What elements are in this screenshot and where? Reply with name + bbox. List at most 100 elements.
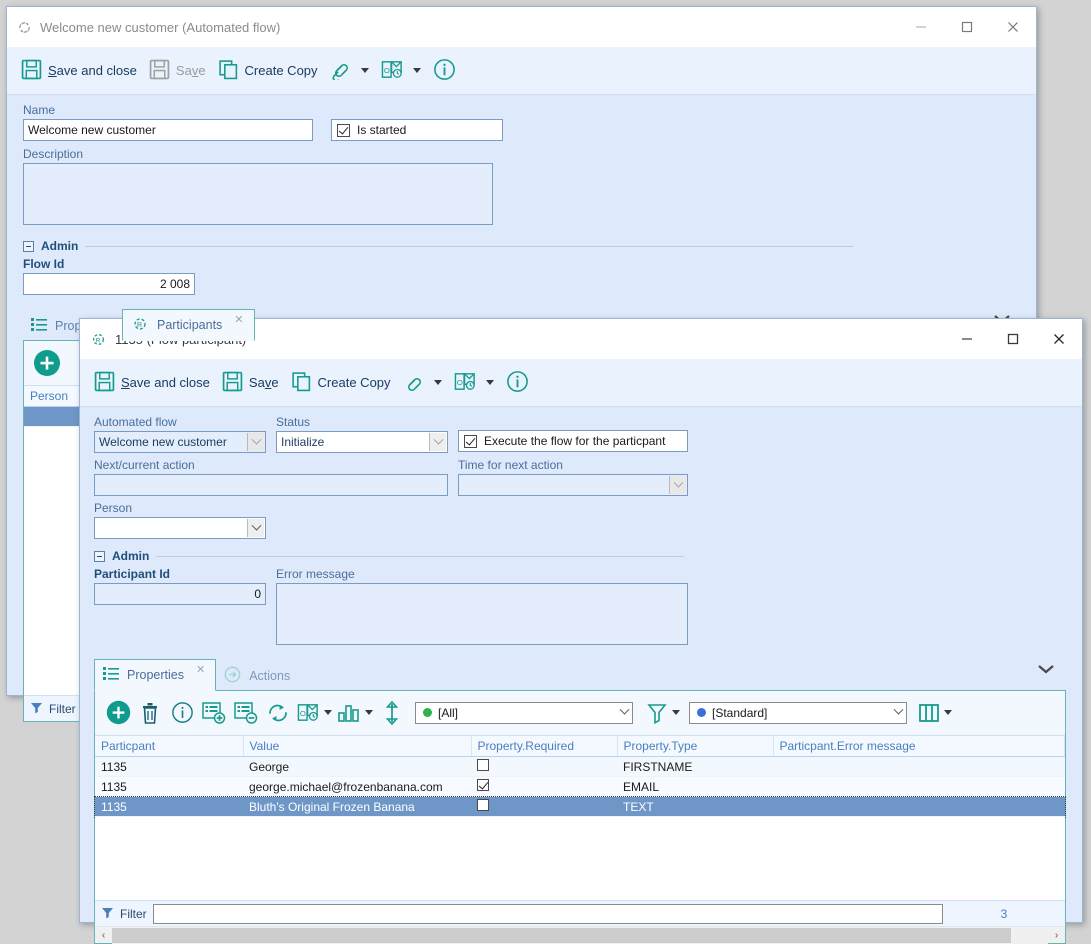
description-textarea[interactable]	[23, 163, 493, 225]
close-button[interactable]	[990, 7, 1036, 47]
column-header-value[interactable]: Value	[243, 736, 471, 757]
column-header-property-required[interactable]: Property.Required	[471, 736, 617, 757]
add-participant-button[interactable]	[32, 346, 62, 380]
table-row[interactable]: 1135 George FIRSTNAME	[95, 757, 1065, 777]
save-icon	[149, 59, 170, 83]
chevron-down-icon[interactable]	[247, 519, 264, 537]
name-input[interactable]: Welcome new customer	[23, 119, 313, 141]
chevron-down-icon[interactable]	[429, 433, 446, 451]
layout-select[interactable]: [Standard]	[689, 702, 907, 724]
horizontal-scrollbar[interactable]: ‹ ›	[95, 926, 1065, 943]
minimize-button[interactable]	[944, 319, 990, 359]
next-action-input[interactable]	[94, 474, 448, 496]
chevron-down-icon[interactable]	[672, 710, 680, 715]
add-row-button[interactable]	[103, 696, 133, 730]
save-button[interactable]: Save	[143, 52, 212, 90]
participant-id-input[interactable]: 0	[94, 583, 266, 605]
close-button[interactable]	[1036, 319, 1082, 359]
refresh-button[interactable]	[263, 696, 293, 730]
participant-icon: R	[131, 316, 149, 335]
chevron-down-icon[interactable]	[621, 703, 628, 723]
outlook-button[interactable]: O	[295, 696, 333, 730]
chevron-down-icon[interactable]	[247, 433, 264, 451]
error-message-textarea[interactable]	[276, 583, 688, 645]
add-detail-button[interactable]	[199, 696, 229, 730]
collapse-expander-icon[interactable]	[94, 551, 105, 562]
close-icon[interactable]: ✕	[196, 663, 205, 676]
time-next-action-select[interactable]	[458, 474, 688, 496]
tab-properties[interactable]: Properties ✕	[94, 659, 216, 691]
column-header-particpant[interactable]: Particpant	[95, 736, 243, 757]
chevron-down-icon[interactable]	[669, 476, 686, 494]
properties-table: Particpant Value Property.Required Prope…	[95, 736, 1065, 817]
maximize-button[interactable]	[944, 7, 990, 47]
chevron-down-icon[interactable]	[895, 703, 902, 723]
link-button[interactable]	[324, 52, 375, 90]
collapse-expander-icon[interactable]	[23, 241, 34, 252]
chevron-down-icon[interactable]	[944, 710, 952, 715]
save-and-close-button[interactable]: Save and close	[15, 52, 143, 90]
remove-detail-button[interactable]	[231, 696, 261, 730]
funnel-icon	[30, 701, 43, 717]
column-header-particpant-error-message[interactable]: Particpant.Error message	[773, 736, 1065, 757]
properties-row-count: 3	[949, 907, 1059, 921]
save-and-close-button[interactable]: Save and close	[88, 364, 216, 402]
is-started-checkbox[interactable]: Is started	[331, 119, 503, 141]
execute-flow-checkbox[interactable]: Execute the flow for the particpant	[458, 430, 688, 452]
filter-label: Filter	[120, 907, 147, 921]
status-select[interactable]: Initialize	[276, 431, 448, 453]
layout-select-value: [Standard]	[712, 706, 767, 720]
chevron-down-icon[interactable]	[434, 380, 442, 385]
info-button[interactable]	[167, 696, 197, 730]
column-header-property-type[interactable]: Property.Type	[617, 736, 773, 757]
svg-text:O: O	[299, 709, 305, 718]
dialog-toolbar: Save and close Save Create Copy	[80, 359, 1082, 407]
columns-button[interactable]	[915, 696, 955, 730]
dialog-admin-section-header: Admin	[94, 549, 684, 563]
chevron-down-icon[interactable]	[365, 710, 373, 715]
checkbox-icon[interactable]	[477, 779, 489, 791]
checkbox-icon[interactable]	[477, 759, 489, 771]
list-icon	[31, 317, 47, 335]
table-row[interactable]: 1135 george.michael@frozenbanana.com EMA…	[95, 777, 1065, 797]
outlook-button[interactable]: O	[375, 52, 427, 90]
automated-flow-select[interactable]: Welcome new customer	[94, 431, 266, 453]
view-select-value: [All]	[438, 706, 458, 720]
tab-label: Participants	[157, 318, 222, 332]
sort-button[interactable]	[377, 696, 407, 730]
properties-grid-panel: O [All]	[94, 690, 1066, 944]
link-button[interactable]	[397, 364, 448, 402]
close-icon[interactable]: ✕	[234, 313, 243, 326]
maximize-button[interactable]	[990, 319, 1036, 359]
chart-button[interactable]	[335, 696, 375, 730]
properties-filter-input[interactable]	[153, 904, 943, 924]
sidebar-item-participants[interactable]: R Participants ✕	[122, 309, 255, 341]
chevron-down-icon[interactable]	[361, 68, 369, 73]
save-button[interactable]: Save	[216, 364, 285, 402]
minimize-button[interactable]	[898, 7, 944, 47]
expand-collapse-button[interactable]	[1026, 661, 1066, 691]
flow-id-input[interactable]: 2 008	[23, 273, 195, 295]
tab-actions[interactable]: Actions	[216, 661, 300, 691]
delete-row-button[interactable]	[135, 696, 165, 730]
scroll-left-arrow[interactable]: ‹	[95, 927, 112, 944]
list-icon	[103, 666, 119, 684]
chevron-down-icon[interactable]	[413, 68, 421, 73]
grid-empty-area	[95, 817, 1065, 900]
chevron-down-icon[interactable]	[324, 710, 332, 715]
scroll-thumb[interactable]	[112, 928, 1011, 943]
filter-button[interactable]	[645, 696, 681, 730]
scroll-right-arrow[interactable]: ›	[1048, 927, 1065, 944]
create-copy-button[interactable]: Create Copy	[285, 364, 397, 402]
background-window-title: Welcome new customer (Automated flow)	[40, 20, 280, 35]
table-row[interactable]: 1135 Bluth's Original Frozen Banana TEXT	[95, 797, 1065, 817]
checkbox-icon[interactable]	[477, 799, 489, 811]
info-button[interactable]	[500, 364, 535, 402]
scroll-track[interactable]	[112, 927, 1048, 944]
create-copy-button[interactable]: Create Copy	[212, 52, 324, 90]
chevron-down-icon[interactable]	[486, 380, 494, 385]
view-select[interactable]: [All]	[415, 702, 633, 724]
info-button[interactable]	[427, 52, 462, 90]
person-select[interactable]	[94, 517, 266, 539]
outlook-button[interactable]: O	[448, 364, 500, 402]
